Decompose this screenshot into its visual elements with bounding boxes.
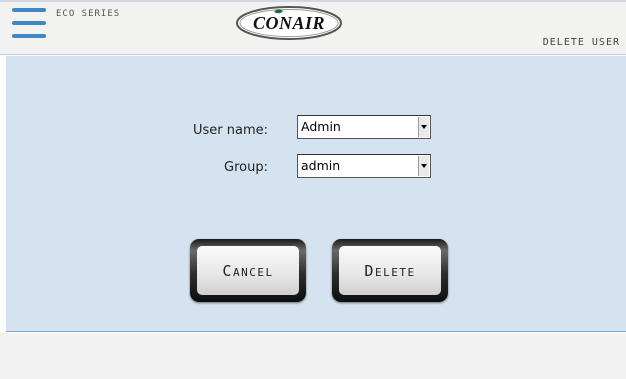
svg-text:CONAIR: CONAIR bbox=[253, 13, 325, 33]
footer-bar bbox=[0, 333, 626, 379]
delete-button-label: Delete bbox=[364, 261, 416, 280]
hamburger-menu-icon[interactable] bbox=[12, 8, 46, 40]
delete-user-panel bbox=[6, 56, 626, 332]
group-select[interactable]: admin bbox=[297, 154, 431, 178]
header-top-line bbox=[0, 0, 626, 2]
screen-title: DELETE USER bbox=[542, 37, 620, 48]
conair-logo: CONAIR bbox=[236, 6, 342, 40]
user-name-label: User name: bbox=[192, 123, 268, 138]
group-value: admin bbox=[301, 158, 341, 173]
chevron-down-icon[interactable] bbox=[418, 117, 429, 137]
cancel-button-label: Cancel bbox=[222, 261, 274, 280]
header-bar: ECO SERIES CONAIR DELETE USER bbox=[0, 0, 626, 55]
group-label: Group: bbox=[224, 160, 268, 175]
series-label: ECO SERIES bbox=[56, 9, 121, 19]
chevron-down-icon[interactable] bbox=[418, 156, 429, 176]
delete-button[interactable]: Delete bbox=[332, 239, 448, 302]
user-name-select[interactable]: Admin bbox=[297, 115, 431, 139]
cancel-button[interactable]: Cancel bbox=[190, 239, 306, 302]
user-name-value: Admin bbox=[301, 119, 341, 134]
